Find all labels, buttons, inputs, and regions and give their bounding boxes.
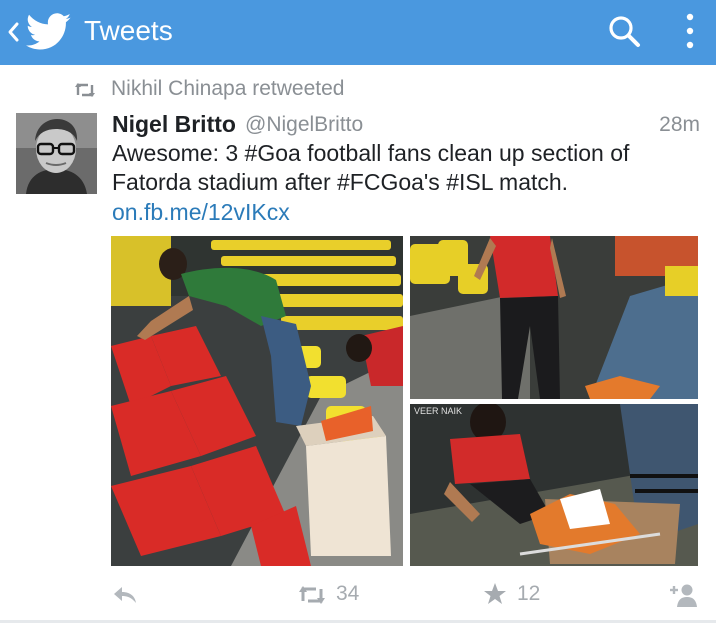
app-title: Tweets xyxy=(84,15,173,46)
retweeted-by-text: Nikhil Chinapa retweeted xyxy=(111,77,345,100)
author-handle[interactable]: @NigelBritto xyxy=(245,111,363,139)
avatar[interactable] xyxy=(16,113,97,194)
search-icon[interactable] xyxy=(605,12,645,52)
retweet-button[interactable] xyxy=(298,584,326,606)
tweet-link[interactable]: on.fb.me/12vIKcx xyxy=(112,198,290,227)
tweet-text: Awesome: 3 #Goa football fans clean up s… xyxy=(112,140,630,195)
author-name[interactable]: Nigel Britto xyxy=(112,110,236,138)
tweet-actions: 34 12 xyxy=(0,574,716,614)
photo-watermark: VEER NAIK xyxy=(414,406,462,416)
overflow-menu-icon[interactable] xyxy=(678,10,702,54)
tweet-photo-2[interactable] xyxy=(410,236,698,399)
follow-icon[interactable] xyxy=(668,582,698,608)
retweet-icon xyxy=(74,80,96,98)
tweet-photo-1[interactable] xyxy=(111,236,403,566)
app-bar: Tweets xyxy=(0,0,716,65)
favorite-count: 12 xyxy=(517,582,541,605)
star-icon[interactable] xyxy=(483,582,507,606)
retweet-count: 34 xyxy=(336,582,360,605)
tweet-timestamp: 28m xyxy=(659,113,700,136)
chevron-left-icon[interactable] xyxy=(6,17,20,47)
twitter-bird-icon[interactable] xyxy=(25,13,72,51)
reply-icon[interactable] xyxy=(112,584,138,606)
tweet-photo-3[interactable]: VEER NAIK xyxy=(410,404,698,566)
